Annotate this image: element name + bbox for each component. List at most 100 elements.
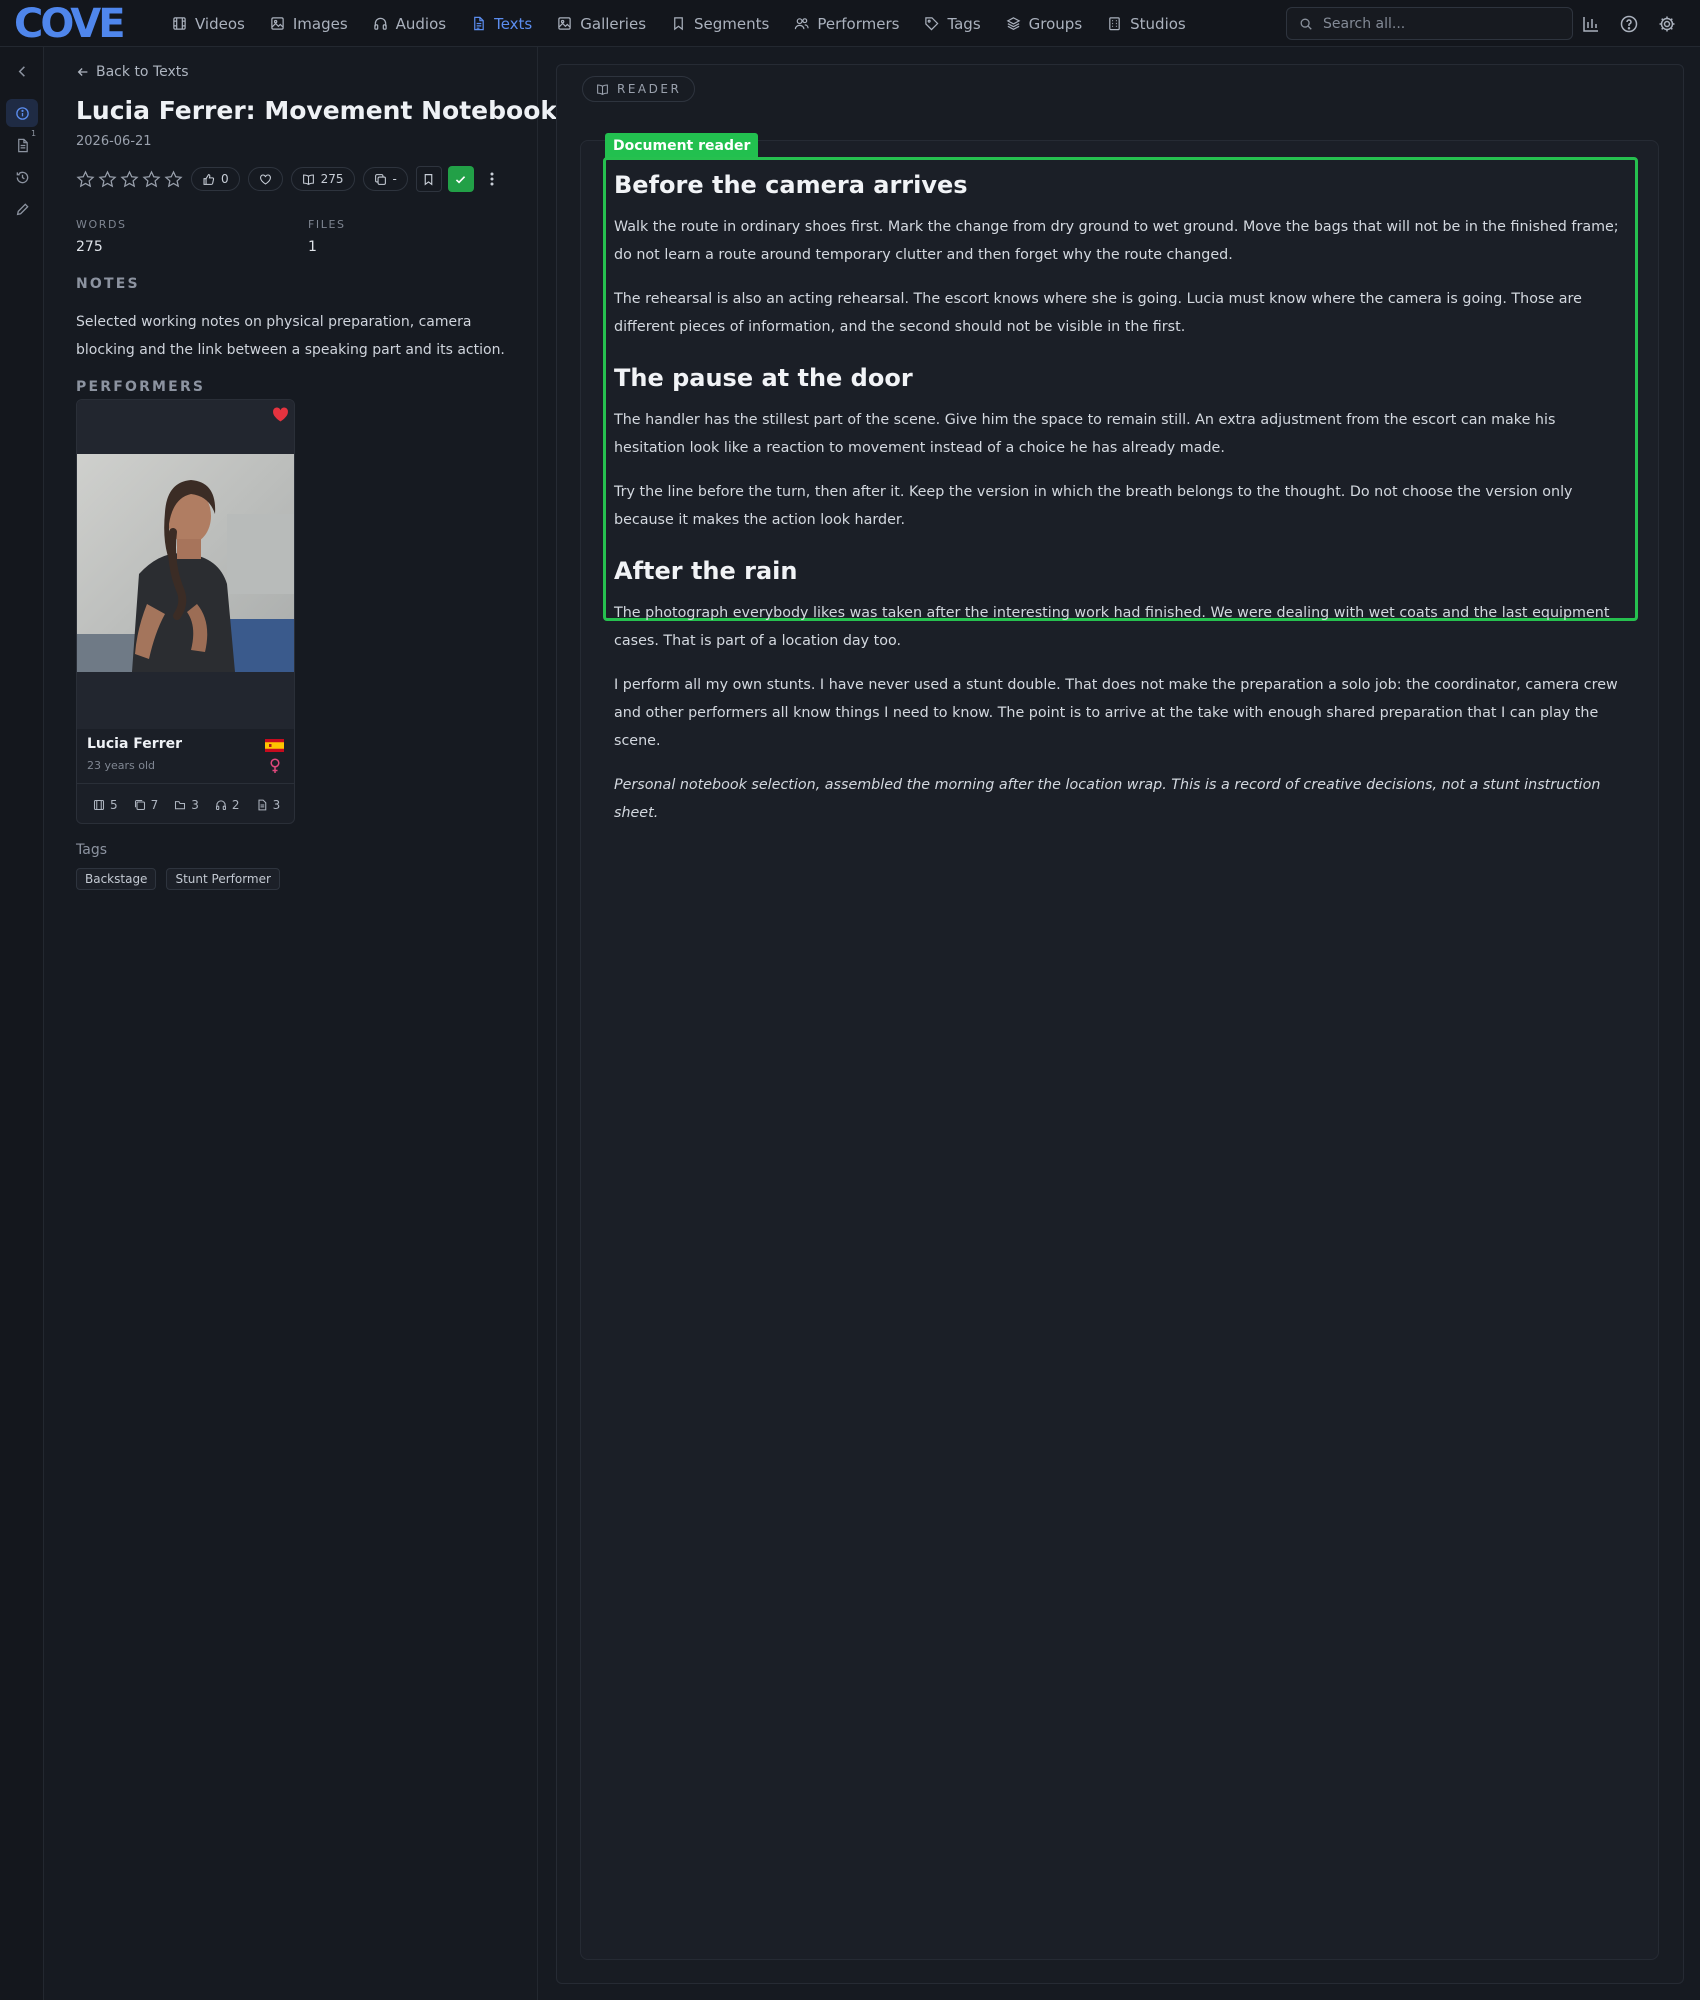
words-value: 275: [76, 239, 103, 255]
collapse-button[interactable]: [6, 57, 38, 85]
organized-toggle[interactable]: [447, 166, 474, 192]
bookmark-icon: [425, 173, 433, 186]
nav-label: Performers: [817, 14, 900, 33]
paragraph: The rehearsal is also an acting rehearsa…: [614, 291, 1582, 335]
paragraph: The photograph everybody likes was taken…: [614, 605, 1610, 649]
star-icon[interactable]: [164, 169, 183, 189]
document-icon: [258, 799, 266, 811]
files-count-badge: 1: [31, 129, 37, 138]
paragraph: I perform all my own stunts. I have neve…: [614, 677, 1618, 749]
performer-name[interactable]: Lucia Ferrer: [87, 736, 182, 752]
bar-chart-icon[interactable]: [1582, 15, 1600, 33]
book-open-icon: [597, 84, 608, 95]
more-options-button[interactable]: [484, 166, 500, 192]
female-icon: [270, 758, 280, 773]
arrow-left-icon: [77, 68, 88, 76]
performer-age: 23 years old: [87, 759, 156, 772]
file-icon: [17, 138, 28, 152]
settings-icon[interactable]: [1658, 15, 1676, 33]
edit-icon: [16, 202, 29, 215]
check-icon: [456, 175, 466, 183]
nav-audios[interactable]: Audios: [373, 15, 446, 33]
tag-icon: [925, 17, 939, 31]
rail-edit-button[interactable]: [6, 195, 38, 223]
cove-logo[interactable]: COVE: [14, 5, 138, 41]
nav-label: Tags: [947, 14, 981, 33]
help-icon[interactable]: [1620, 15, 1638, 33]
film-icon: [93, 799, 105, 811]
nav-tags[interactable]: Tags: [924, 14, 981, 33]
history-icon: [16, 171, 28, 183]
text-count[interactable]: 3: [256, 798, 281, 812]
tag-chip[interactable]: Backstage: [76, 868, 157, 890]
detail-panel: Back to Texts Lucia Ferrer: Movement Not…: [44, 47, 557, 2000]
nav-studios[interactable]: Studios: [1107, 15, 1186, 33]
star-icon[interactable]: [76, 169, 95, 189]
search-input[interactable]: [1323, 15, 1553, 32]
star-icon[interactable]: [120, 169, 139, 189]
document-reader-label: Document reader: [605, 133, 759, 158]
chevron-left-icon: [18, 65, 25, 77]
nav-label: Groups: [1028, 14, 1083, 33]
copies-value: -: [392, 172, 397, 186]
nav-texts[interactable]: Texts: [471, 15, 532, 33]
notes-heading: NOTES: [76, 276, 140, 292]
users-icon: [795, 18, 810, 30]
nav-performers[interactable]: Performers: [794, 15, 899, 33]
performer-card[interactable]: Lucia Ferrer 23 years old 5 7 3 2 3: [76, 399, 295, 824]
star-icon[interactable]: [98, 169, 117, 189]
layers-icon: [1006, 17, 1021, 31]
film-icon: [173, 17, 186, 30]
performer-photo[interactable]: [77, 454, 295, 672]
left-rail: 1: [0, 47, 44, 2000]
rating-stars[interactable]: [76, 169, 183, 189]
tag-list: Backstage Stunt Performer: [76, 868, 280, 890]
words-label: WORDS: [76, 218, 127, 231]
main-nav: Videos Images Audios Texts Galleries Seg…: [172, 0, 1211, 47]
spain-flag-icon: [265, 739, 284, 752]
section-heading: Before the camera arrives: [614, 171, 968, 199]
bookmark-button[interactable]: [415, 166, 442, 192]
audio-count[interactable]: 2: [215, 798, 240, 812]
nav-segments[interactable]: Segments: [671, 15, 769, 33]
nav-images[interactable]: Images: [270, 15, 348, 33]
rail-history-button[interactable]: [6, 163, 38, 191]
book-icon: [302, 174, 314, 185]
copies-button[interactable]: -: [362, 167, 408, 191]
copy-icon: [374, 173, 386, 185]
reader-badge: READER: [582, 76, 696, 102]
nav-label: Texts: [494, 14, 533, 33]
count-value: 3: [272, 798, 281, 812]
word-count-button[interactable]: 275: [290, 167, 355, 191]
paragraph: The handler has the stillest part of the…: [614, 412, 1556, 456]
video-count[interactable]: 5: [93, 798, 118, 812]
card-divider: [77, 783, 294, 784]
building-icon: [1109, 17, 1120, 31]
nav-videos[interactable]: Videos: [172, 15, 245, 33]
info-icon: [15, 106, 29, 120]
search-box[interactable]: [1286, 7, 1573, 40]
tags-heading: Tags: [76, 842, 107, 858]
image-count[interactable]: 7: [134, 798, 159, 812]
rail-info-button[interactable]: [6, 99, 38, 127]
document-body: Before the camera arrives Walk the route…: [614, 167, 1626, 843]
favorite-button[interactable]: [247, 167, 283, 191]
nav-label: Images: [292, 14, 348, 33]
favorite-heart-icon[interactable]: [272, 406, 289, 423]
svg-text:COVE: COVE: [14, 5, 123, 41]
count-value: 7: [150, 798, 159, 812]
thumbs-up-icon: [203, 173, 215, 185]
nav-label: Audios: [395, 14, 447, 33]
images-icon: [134, 799, 145, 811]
gallery-count[interactable]: 3: [174, 798, 199, 812]
files-value: 1: [308, 239, 317, 255]
like-button[interactable]: 0: [191, 167, 240, 191]
nav-galleries[interactable]: Galleries: [557, 15, 646, 33]
reader-badge-label: READER: [617, 82, 682, 96]
tag-chip[interactable]: Stunt Performer: [166, 868, 280, 890]
text-date: 2026-06-21: [76, 134, 152, 149]
nav-groups[interactable]: Groups: [1006, 15, 1082, 33]
star-icon[interactable]: [142, 169, 161, 189]
back-link[interactable]: Back to Texts: [76, 64, 189, 80]
headphones-icon: [215, 800, 226, 811]
